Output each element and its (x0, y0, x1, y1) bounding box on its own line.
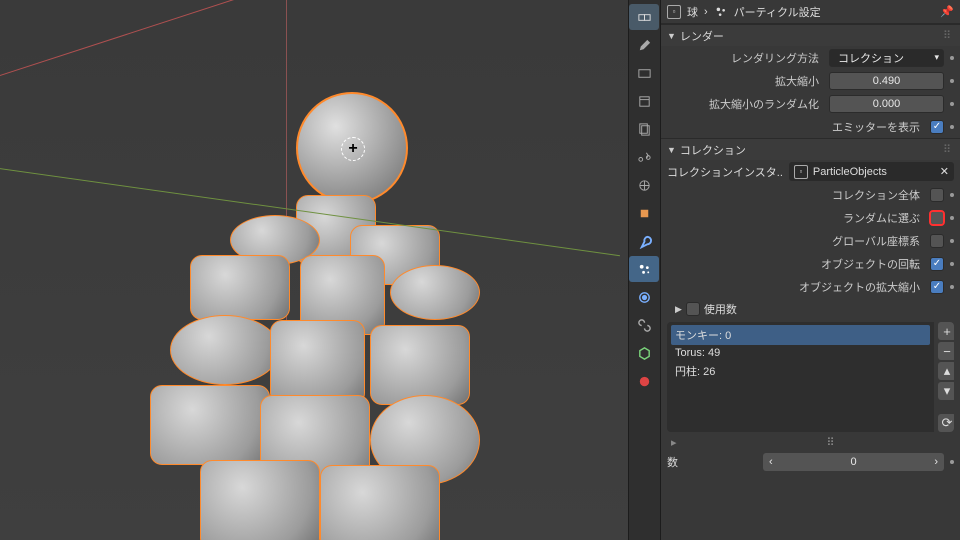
count-label: 数 (667, 454, 757, 470)
properties-tabs (628, 0, 660, 540)
emitter-label: エミッターを表示 (667, 119, 924, 135)
anim-dot[interactable] (950, 125, 954, 129)
anim-dot[interactable] (950, 193, 954, 197)
chevron-right-icon: › (704, 6, 708, 18)
anim-dot[interactable] (950, 216, 954, 220)
scale-random-label: 拡大縮小のランダム化 (667, 96, 823, 112)
scale-random-row: 拡大縮小のランダム化 0.000 (661, 92, 960, 115)
scale-row: 拡大縮小 0.490 (661, 69, 960, 92)
collection-instance-value: ParticleObjects (813, 166, 887, 178)
anim-dot[interactable] (950, 56, 954, 60)
random-pick-checkbox[interactable] (930, 211, 944, 225)
particle-instances (150, 195, 510, 535)
add-button[interactable]: + (938, 322, 954, 340)
scene-tab[interactable] (629, 144, 659, 170)
material-tab[interactable] (629, 368, 659, 394)
use-count-checkbox[interactable] (686, 302, 700, 316)
drag-dots-icon[interactable]: ⠿ (943, 29, 954, 42)
particles-tab[interactable] (629, 256, 659, 282)
list-item[interactable]: 円柱: 26 (675, 363, 926, 379)
special-tab[interactable] (629, 4, 659, 30)
list-footer: ▸ ⠿ ↔ (661, 434, 960, 450)
section-title: レンダー (680, 28, 724, 44)
particles-icon (714, 5, 728, 19)
collection-icon: ▫ (794, 165, 808, 179)
rotation-row: オブジェクトの回転 (661, 252, 960, 275)
physics-tab[interactable] (629, 284, 659, 310)
refresh-button[interactable]: ⟳ (938, 414, 954, 432)
objscale-checkbox[interactable] (930, 280, 944, 294)
clear-icon[interactable]: ✕ (940, 165, 949, 178)
collection-instance-label: コレクションインスタ.. (667, 164, 783, 180)
world-tab[interactable] (629, 172, 659, 198)
filter-toggle-icon[interactable]: ▸ (671, 436, 677, 449)
breadcrumb-object[interactable]: 球 (687, 4, 698, 20)
count-field[interactable]: 0 (763, 453, 944, 471)
render-method-row: レンダリング方法 コレクション (661, 46, 960, 69)
random-pick-label: ランダムに選ぶ (667, 210, 924, 226)
list-item[interactable]: Torus: 49 (675, 347, 926, 359)
modifier-tab[interactable] (629, 228, 659, 254)
constraint-tab[interactable] (629, 312, 659, 338)
remove-button[interactable]: − (938, 342, 954, 360)
scale-random-field[interactable]: 0.000 (829, 95, 944, 113)
anim-dot[interactable] (950, 262, 954, 266)
list-body[interactable]: モンキー: 0 Torus: 49 円柱: 26 (667, 322, 934, 432)
drag-dots-icon[interactable]: ⠿ (827, 436, 835, 449)
use-count-header[interactable]: ▶ 使用数 (661, 298, 960, 320)
mesh-icon: ▫ (667, 5, 681, 19)
objscale-label: オブジェクトの拡大縮小 (667, 279, 924, 295)
scale-field[interactable]: 0.490 (829, 72, 944, 90)
global-label: グローバル座標系 (667, 233, 924, 249)
whole-label: コレクション全体 (667, 187, 924, 203)
anim-dot[interactable] (950, 285, 954, 289)
list-side-buttons: + − ▴ ▾ ⟳ (934, 322, 954, 432)
object-count-list: モンキー: 0 Torus: 49 円柱: 26 + − ▴ ▾ ⟳ (667, 322, 954, 432)
render-method-label: レンダリング方法 (667, 50, 823, 66)
use-count-label: 使用数 (704, 301, 737, 317)
collection-instance-field[interactable]: ▫ ParticleObjects ✕ (789, 162, 954, 181)
objscale-row: オブジェクトの拡大縮小 (661, 275, 960, 298)
rotation-label: オブジェクトの回転 (667, 256, 924, 272)
collection-section-header[interactable]: ▼ コレクション ⠿ (661, 138, 960, 160)
whole-checkbox[interactable] (930, 188, 944, 202)
move-up-button[interactable]: ▴ (938, 362, 954, 380)
properties-panel: ▫ 球 › パーティクル設定 📌 ▼ レンダー ⠿ レンダリング方法 コレクショ… (660, 0, 960, 540)
render-section-header[interactable]: ▼ レンダー ⠿ (661, 24, 960, 46)
disclosure-triangle-icon: ▶ (675, 304, 682, 315)
drag-dots-icon[interactable]: ⠿ (943, 143, 954, 156)
disclosure-triangle-icon: ▼ (667, 145, 676, 155)
anim-dot[interactable] (950, 102, 954, 106)
random-pick-row: ランダムに選ぶ (661, 206, 960, 229)
object-tab[interactable] (629, 200, 659, 226)
whole-row: コレクション全体 (661, 183, 960, 206)
viewport-3d[interactable] (0, 0, 628, 540)
data-tab[interactable] (629, 340, 659, 366)
anim-dot[interactable] (950, 79, 954, 83)
scale-label: 拡大縮小 (667, 73, 823, 89)
tool-tab[interactable] (629, 32, 659, 58)
viewlayer-tab[interactable] (629, 116, 659, 142)
collection-instance-row: コレクションインスタ.. ▫ ParticleObjects ✕ (661, 160, 960, 183)
render-method-select[interactable]: コレクション (829, 49, 944, 67)
section-title: コレクション (680, 142, 746, 158)
panel-breadcrumb: ▫ 球 › パーティクル設定 📌 (661, 0, 960, 24)
emitter-checkbox[interactable] (930, 120, 944, 134)
anim-dot[interactable] (950, 460, 954, 464)
emitter-row: エミッターを表示 (661, 115, 960, 138)
disclosure-triangle-icon: ▼ (667, 31, 676, 41)
global-row: グローバル座標系 (661, 229, 960, 252)
breadcrumb-particle[interactable]: パーティクル設定 (734, 4, 821, 20)
move-down-button[interactable]: ▾ (938, 382, 954, 400)
list-item[interactable]: モンキー: 0 (671, 325, 930, 345)
render-tab[interactable] (629, 60, 659, 86)
global-checkbox[interactable] (930, 234, 944, 248)
emitter-sphere[interactable] (296, 92, 408, 204)
anim-dot[interactable] (950, 239, 954, 243)
output-tab[interactable] (629, 88, 659, 114)
count-row: 数 0 (661, 450, 960, 474)
rotation-checkbox[interactable] (930, 257, 944, 271)
pin-icon[interactable]: 📌 (940, 5, 954, 18)
